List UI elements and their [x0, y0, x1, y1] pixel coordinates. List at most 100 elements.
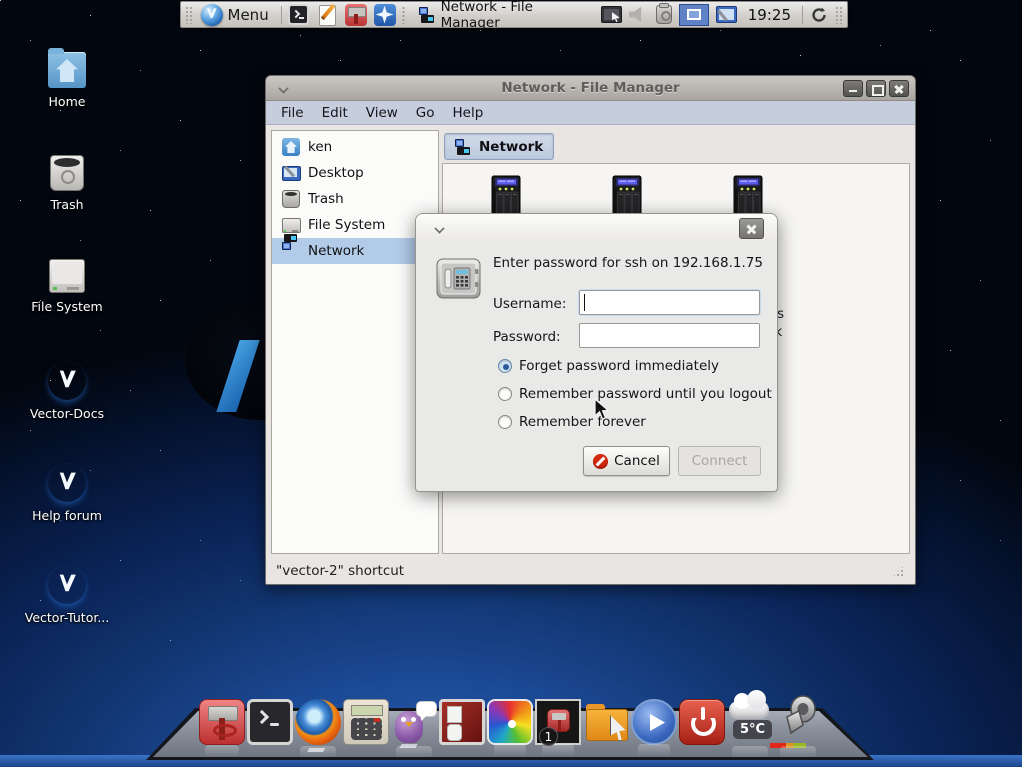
dialog-message: Enter password for ssh on 192.168.1.75 — [493, 255, 763, 271]
resize-grip[interactable] — [892, 565, 905, 578]
dock-pidgin[interactable] — [391, 699, 437, 745]
dock-shutdown[interactable] — [679, 699, 725, 745]
cancel-label: Cancel — [614, 453, 660, 469]
launcher-package-manager[interactable] — [345, 3, 368, 27]
dock-window-preview[interactable]: 1 — [535, 699, 581, 745]
display-settings-icon[interactable] — [601, 6, 622, 23]
desktop-icon-file-system[interactable]: File System — [12, 259, 122, 314]
dock-document-viewer[interactable] — [439, 699, 485, 745]
sidebar-item-ken[interactable]: ken — [272, 134, 438, 160]
connect-label: Connect — [692, 453, 748, 469]
minimize-button[interactable] — [843, 80, 863, 97]
audio-muted-icon[interactable] — [629, 6, 649, 24]
window-menu-icon[interactable] — [434, 224, 446, 232]
dock-file-manager[interactable] — [583, 699, 629, 745]
taskbar-window-label: Network - File Manager — [441, 0, 587, 31]
dock-media-player[interactable] — [631, 699, 677, 745]
username-input[interactable] — [579, 290, 760, 315]
system-tray: 19:25 — [601, 4, 843, 26]
window-titlebar[interactable]: Network - File Manager — [266, 76, 915, 101]
cancel-button[interactable]: Cancel — [583, 446, 670, 476]
desktop-icon-vector-tutorial[interactable]: Vector-Tutor... — [12, 566, 122, 625]
radio-remember-until-logout[interactable]: Remember password until you logout — [498, 386, 772, 402]
package-manager-icon — [345, 4, 367, 26]
panel-separator — [402, 6, 405, 24]
desktop-icon-label: File System — [31, 299, 103, 314]
trash-icon — [50, 155, 84, 191]
launcher-terminal[interactable] — [288, 3, 311, 27]
keyring-icon — [436, 256, 481, 301]
ssh-password-dialog: Enter password for ssh on 192.168.1.75 U… — [415, 213, 778, 492]
desktop-icon-label: Home — [49, 94, 86, 109]
connect-button[interactable]: Connect — [678, 446, 761, 476]
workspace-switcher[interactable] — [679, 4, 709, 26]
top-panel: Menu Network - File Manager 19:25 — [180, 1, 848, 28]
refresh-icon[interactable] — [810, 6, 828, 24]
sidebar-item-network[interactable]: Network — [272, 238, 438, 264]
dock-weather[interactable]: 5°C — [727, 699, 773, 745]
menu-bar: File Edit View Go Help — [266, 101, 915, 125]
mouse-cursor — [594, 398, 611, 421]
cancel-icon — [593, 454, 608, 469]
network-device-item[interactable] — [445, 174, 565, 218]
desktop-icon-label: Vector-Tutor... — [25, 610, 110, 625]
menu-go[interactable]: Go — [407, 103, 444, 123]
panel-separator — [802, 6, 803, 24]
trash-applet-icon[interactable] — [656, 5, 672, 24]
radio-label: Remember forever — [519, 414, 646, 430]
text-editor-icon — [317, 4, 338, 25]
speaker-icon — [779, 695, 819, 739]
desktop-icon-home[interactable]: Home — [12, 52, 122, 109]
menu-file[interactable]: File — [272, 103, 313, 123]
sidebar-item-label: File System — [308, 217, 385, 233]
close-button[interactable] — [889, 80, 909, 97]
desktop-settings-icon[interactable] — [716, 6, 737, 23]
radio-label: Forget password immediately — [519, 358, 719, 374]
menu-view[interactable]: View — [357, 103, 407, 123]
vector-logo-icon — [201, 4, 223, 26]
network-device-item[interactable] — [566, 174, 686, 218]
drive-icon — [282, 216, 300, 234]
sidebar-item-trash[interactable]: Trash — [272, 186, 438, 212]
launcher-vl-control[interactable] — [373, 3, 396, 27]
vector-globe-icon — [48, 362, 86, 400]
radio-label: Remember password until you logout — [519, 386, 772, 402]
clock: 19:25 — [744, 6, 795, 24]
panel-drag-handle[interactable] — [185, 6, 193, 24]
desktop-icon-help-forum[interactable]: Help forum — [12, 464, 122, 523]
dialog-titlebar[interactable] — [416, 214, 777, 241]
radio-remember-forever[interactable]: Remember forever — [498, 414, 646, 430]
desktop-icon-trash[interactable]: Trash — [12, 155, 122, 212]
dock-calculator[interactable] — [343, 699, 389, 745]
taskbar-window-button[interactable]: Network - File Manager — [411, 0, 595, 33]
password-input[interactable] — [579, 323, 760, 348]
maximize-button[interactable] — [866, 80, 886, 97]
nas-server-icon — [483, 174, 527, 218]
dock-firefox[interactable] — [295, 699, 341, 745]
dock-image-viewer[interactable] — [487, 699, 533, 745]
network-device-item[interactable] — [687, 174, 807, 218]
menu-button[interactable]: Menu — [199, 3, 275, 27]
desktop-icon-label: Trash — [50, 197, 83, 212]
desktop-icon-vector-docs[interactable]: Vector-Docs — [12, 362, 122, 421]
status-text: "vector-2" shortcut — [276, 563, 404, 579]
panel-drag-handle[interactable] — [835, 6, 843, 24]
password-label: Password: — [493, 329, 561, 345]
sidebar-item-desktop[interactable]: Desktop — [272, 160, 438, 186]
nas-server-icon — [725, 174, 769, 218]
radio-forget-immediately[interactable]: Forget password immediately — [498, 358, 719, 374]
wallpaper-stars — [0, 0, 1, 1]
dock-terminal[interactable] — [247, 699, 293, 745]
launcher-text-editor[interactable] — [316, 3, 339, 27]
trash-icon — [282, 190, 300, 208]
path-button-network[interactable]: Network — [444, 133, 554, 160]
desktop-icon-label: Help forum — [32, 508, 102, 523]
path-button-label: Network — [479, 139, 543, 155]
dock-package-manager[interactable] — [199, 699, 245, 745]
dock-volume[interactable] — [775, 699, 821, 745]
desktop-icon — [282, 164, 300, 182]
window-title: Network - File Manager — [266, 80, 915, 96]
dialog-close-button[interactable] — [739, 218, 764, 239]
menu-help[interactable]: Help — [444, 103, 493, 123]
menu-edit[interactable]: Edit — [313, 103, 357, 123]
